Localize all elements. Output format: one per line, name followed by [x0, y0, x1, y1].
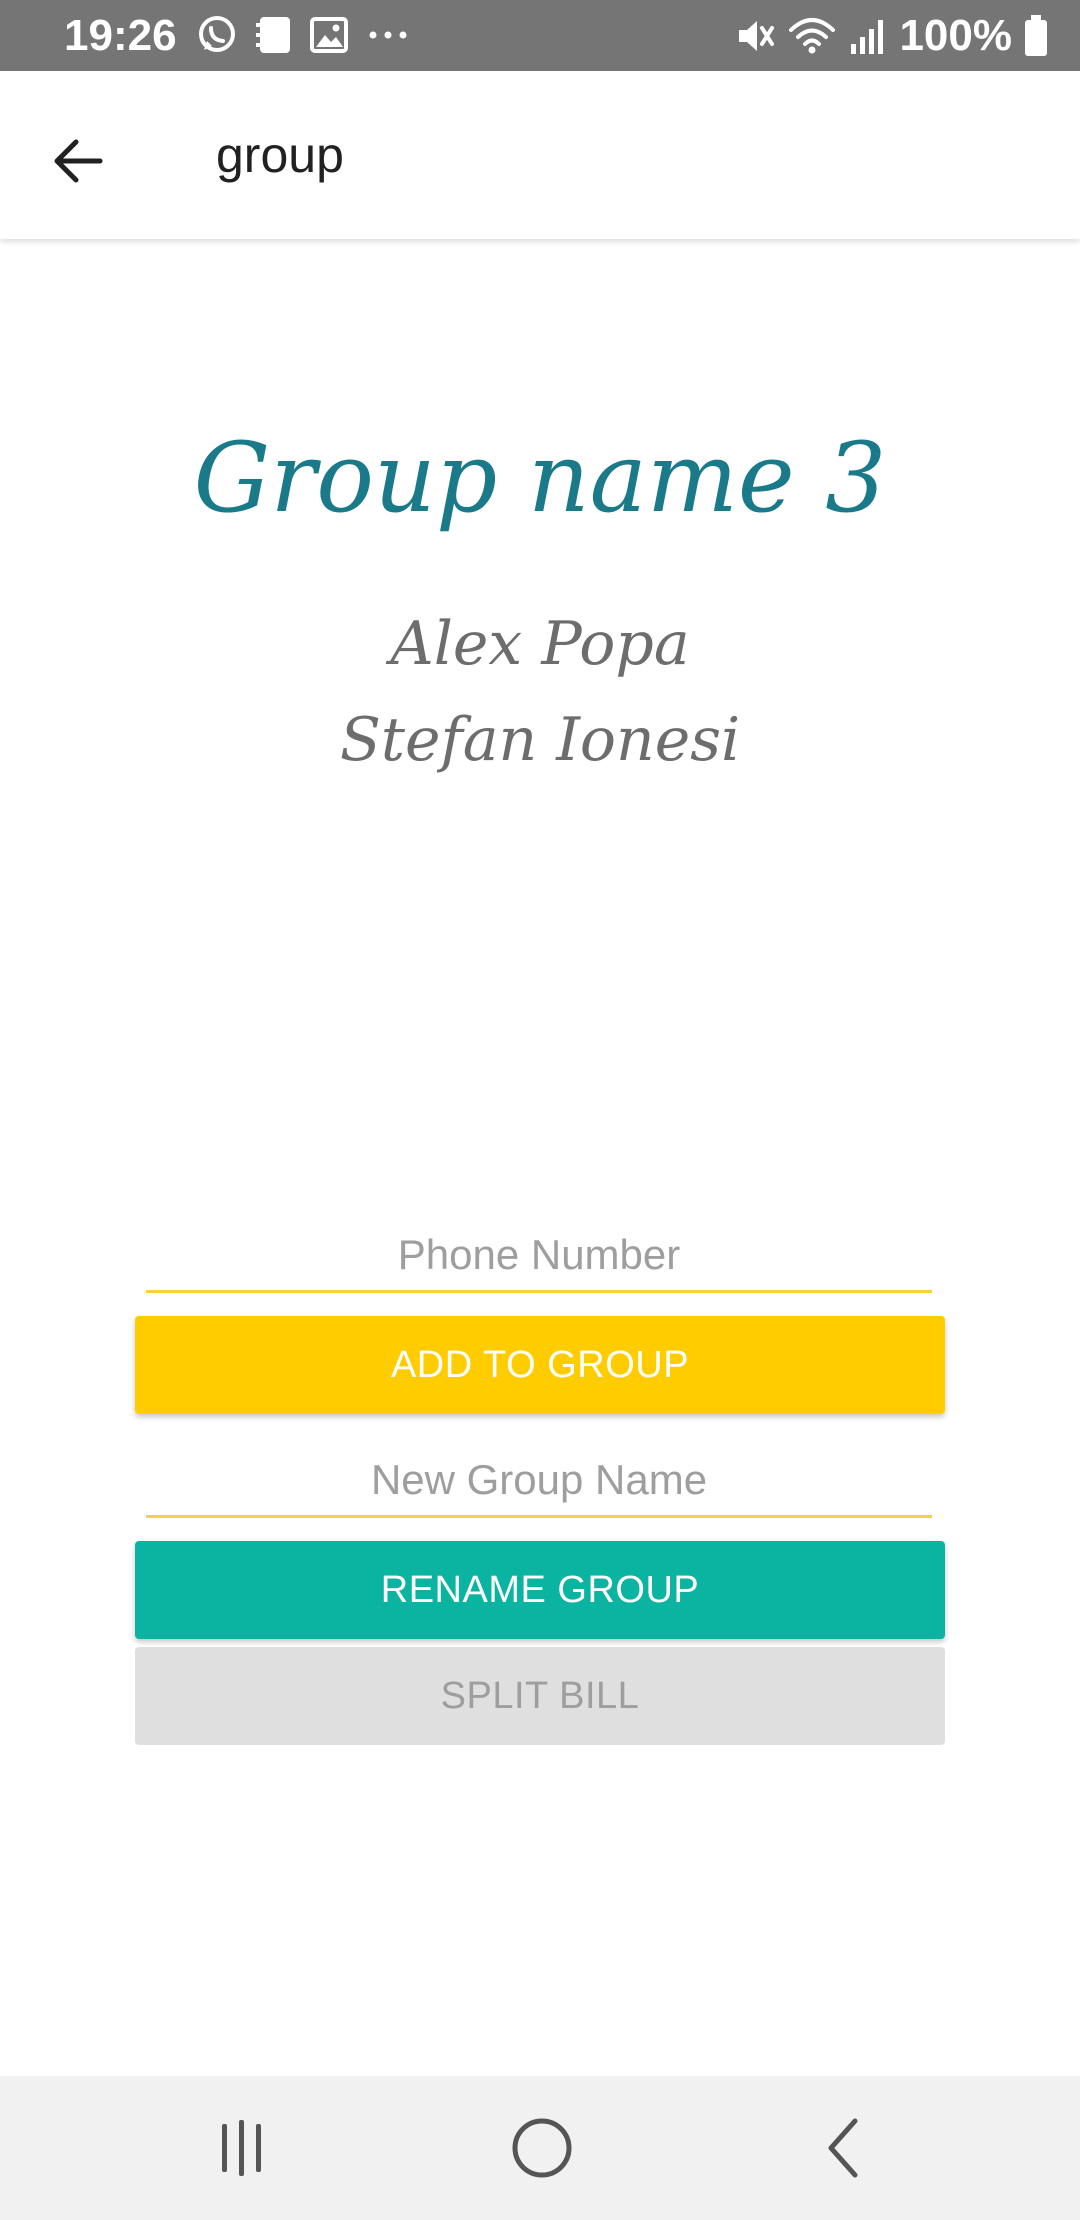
status-bar: 19:26 100% [0, 0, 1080, 71]
group-name-heading: Group name 3 [193, 422, 887, 534]
phone-number-input[interactable] [146, 1220, 932, 1293]
back-icon [828, 2118, 858, 2178]
recents-button[interactable] [192, 2098, 292, 2198]
home-button[interactable] [492, 2098, 592, 2198]
add-to-group-button[interactable]: ADD TO GROUP [135, 1316, 945, 1414]
split-bill-button[interactable]: SPLIT BILL [135, 1647, 945, 1745]
rename-group-button[interactable]: RENAME GROUP [135, 1541, 945, 1639]
signal-icon [851, 20, 884, 54]
page-title: group [216, 127, 344, 183]
status-time: 19:26 [64, 11, 177, 60]
screen: 19:26 100% group Group name 3 Alex Popa … [0, 0, 1080, 2220]
battery-percentage: 100% [899, 11, 1012, 60]
member-item: Stefan Ionesi [339, 705, 741, 775]
navigation-bar [0, 2076, 1080, 2220]
battery-icon [1025, 15, 1047, 56]
member-item: Alex Popa [390, 609, 690, 679]
member-list: Alex Popa Stefan Ionesi [0, 596, 1080, 788]
whatsapp-icon [199, 16, 235, 52]
arrow-left-icon [54, 139, 103, 183]
status-icons-left [196, 12, 410, 58]
gallery-icon [310, 17, 348, 53]
mute-icon [739, 21, 775, 51]
back-button[interactable] [30, 113, 126, 209]
home-icon [512, 2118, 572, 2178]
status-icons-right: 100% [735, 8, 1048, 64]
recents-icon [222, 2120, 261, 2176]
wifi-icon [789, 18, 836, 54]
system-back-button[interactable] [794, 2098, 894, 2198]
app-bar: group [0, 71, 1080, 239]
new-group-name-input[interactable] [146, 1445, 932, 1518]
notification-icon [256, 17, 290, 53]
more-dots-icon [369, 31, 407, 39]
